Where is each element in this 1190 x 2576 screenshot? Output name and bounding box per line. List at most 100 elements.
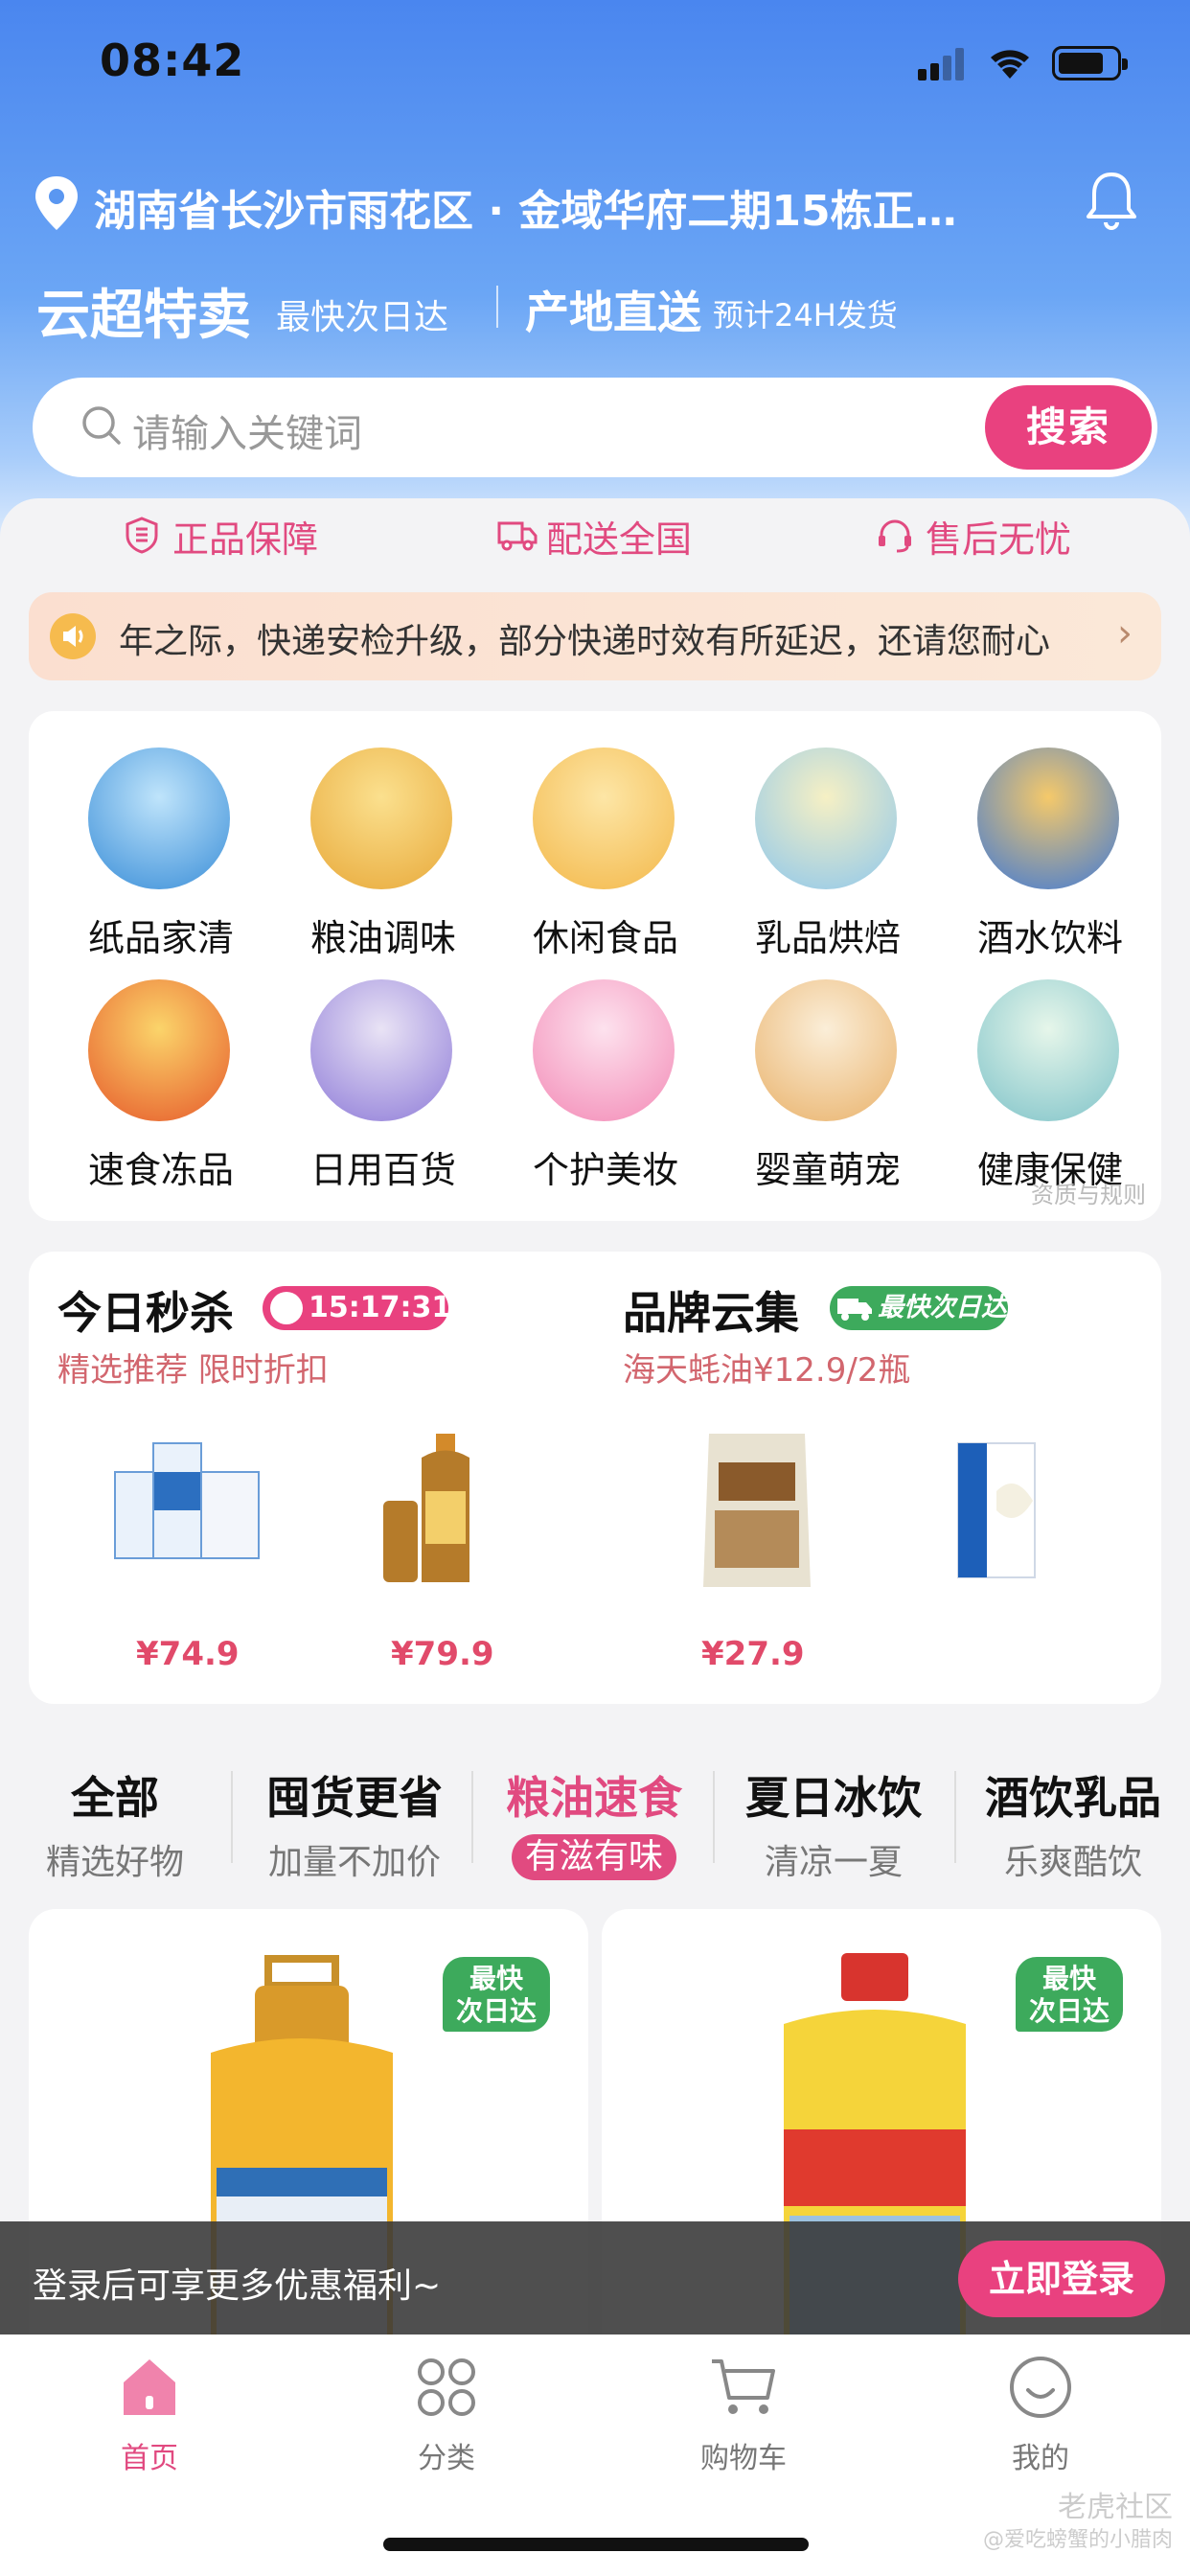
headset-icon [879,519,911,553]
delivery-truck-icon [837,1299,872,1321]
tab-title: 全部 [71,1772,159,1824]
tab-subtitle: 加量不加价 [267,1843,441,1882]
battery-icon [1052,46,1128,80]
search-input[interactable]: 请输入关键词 [132,402,362,458]
shield-icon [126,517,158,554]
promo-banner: 云超特卖 最快次日达 产地直送 预计24H发货 [36,272,1157,347]
tab-subtitle: 乐爽酷饮 [1003,1843,1142,1882]
brand-title[interactable]: 品牌云集 [623,1278,799,1342]
category-item[interactable]: 健康保健 [937,979,1129,1200]
search-icon [82,406,121,445]
pig-icon [270,1292,303,1324]
tab-all[interactable]: 全部 精选好物 [0,1754,230,1882]
direct-title: 产地直送 [525,287,701,338]
rice-product-image[interactable] [661,1414,853,1606]
tab-grain-oil[interactable]: 粮油速食 有滋有味 [479,1754,709,1880]
chevron-right-icon: › [1117,611,1133,656]
countdown-text: 15:17:31 [309,1291,452,1324]
deals-section: 今日秒杀 15:17:31 精选推荐 限时折扣 品牌云集 最快次日达 海天蚝油¥… [29,1252,1161,1704]
cosmetics-icon [533,979,675,1121]
brand-title: 云超特卖 [36,285,251,347]
watermark: 老虎社区 @爱吃螃蟹的小腊肉 [983,2492,1173,2557]
home-indicator [383,2538,809,2551]
tab-stock-up[interactable]: 囤货更省 加量不加价 [240,1754,469,1882]
tab-wine-dairy[interactable]: 酒饮乳品 乐爽酷饮 [958,1754,1188,1882]
guarantee-label: 售后无忧 [926,518,1072,561]
tab-title: 酒饮乳品 [985,1772,1161,1824]
tab-subtitle: 有滋有味 [511,1834,676,1880]
cream-product-image[interactable] [910,1414,1102,1606]
location-text: 湖南省长沙市雨花区 · 金域华府二期15栋正… [94,187,957,236]
direct-subtitle: 预计24H发货 [713,297,898,334]
product-price: ¥74.9 [136,1635,240,1673]
product-price: ¥79.9 [391,1635,494,1673]
status-time: 08:42 [100,34,245,86]
badge-line: 次日达 [1028,1995,1110,2027]
drink-icon [977,748,1119,889]
fast-delivery-badge: 最快次日达 [830,1286,1008,1330]
pot-icon [310,979,452,1121]
grid-icon [418,2358,475,2416]
tabbar-label: 购物车 [700,2442,787,2475]
crayfish-icon [88,979,230,1121]
wifi-icon [991,50,1029,79]
category-item[interactable]: 休闲食品 [492,748,684,968]
tabbar-cart[interactable]: 购物车 [648,2354,839,2476]
oil-product-image[interactable] [355,1414,546,1606]
tab-summer-drinks[interactable]: 夏日冰饮 清凉一夏 [719,1754,949,1882]
fast-delivery-badge: 最快次日达 [443,1957,550,2032]
tab-subtitle: 精选好物 [45,1843,184,1882]
product-price: ¥27.9 [701,1635,805,1673]
category-item[interactable]: 婴童萌宠 [715,979,906,1200]
category-label: 个护美妆 [532,1149,678,1191]
tab-divider [713,1771,715,1863]
category-item[interactable]: 乳品烘焙 [715,748,906,968]
badge-line: 最快 [1041,1963,1096,1994]
diaper-icon [755,979,897,1121]
tab-subtitle: 清凉一夏 [764,1843,903,1882]
category-item[interactable]: 速食冻品 [48,979,240,1200]
category-item[interactable]: 酒水饮料 [937,748,1129,968]
tabbar-profile[interactable]: 我的 [945,2354,1136,2476]
tab-title: 囤货更省 [266,1772,443,1824]
guarantee-label: 配送全国 [546,518,693,561]
category-tabs: 全部 精选好物 囤货更省 加量不加价 粮油速食 有滋有味 夏日冰饮 清凉一夏 酒… [0,1754,1190,1882]
category-item[interactable]: 纸品家清 [48,748,240,968]
tabbar-label: 分类 [418,2442,475,2475]
category-grid: 纸品家清 粮油调味 休闲食品 乳品烘焙 酒水饮料 速食冻品 日用百货 个护美妆 … [29,711,1161,1221]
truck-icon [497,521,538,551]
promo-divider [496,286,498,328]
smile-icon [1010,2357,1071,2418]
cheese-icon [755,748,897,889]
login-prompt-bar: 登录后可享更多优惠福利~ 立即登录 [0,2221,1190,2334]
tab-divider [231,1771,233,1863]
watermark-title: 老虎社区 [1058,2491,1173,2524]
brand-subtitle: 海天蚝油¥12.9/2瓶 [623,1351,911,1390]
notice-banner[interactable]: 年之际，快递安检升级，部分快递时效有所延迟，还请您耐心 › [29,592,1161,680]
tabbar-category[interactable]: 分类 [351,2354,542,2476]
oil-icon [310,748,452,889]
tab-divider [954,1771,956,1863]
category-label: 日用百货 [309,1149,456,1191]
tabbar-home[interactable]: 首页 [54,2354,245,2476]
location-selector[interactable]: 湖南省长沙市雨花区 · 金域华府二期15栋正… [33,171,1134,238]
location-pin-icon [35,176,78,230]
qualification-link[interactable]: 资质与规则 [1031,1176,1146,1209]
category-item[interactable]: 个护美妆 [492,979,684,1200]
snack-icon [533,748,675,889]
bell-icon[interactable] [1083,169,1140,232]
home-icon [124,2359,175,2415]
category-label: 酒水饮料 [976,917,1123,959]
fast-delivery-badge: 最快次日达 [1016,1957,1123,2032]
search-button[interactable]: 搜索 [985,385,1152,470]
fast-delivery-text: 最快次日达 [878,1293,1007,1322]
notice-text: 年之际，快递安检升级，部分快递时效有所延迟，还请您耐心 [119,622,1051,661]
login-button[interactable]: 立即登录 [958,2241,1165,2317]
cart-icon [712,2359,775,2414]
search-bar[interactable]: 请输入关键词 搜索 [33,378,1157,477]
category-item[interactable]: 日用百货 [270,979,462,1200]
tab-title: 夏日冰饮 [745,1772,922,1824]
milk-product-image[interactable] [86,1414,278,1606]
category-item[interactable]: 粮油调味 [270,748,462,968]
flash-sale-title[interactable]: 今日秒杀 [57,1278,234,1342]
